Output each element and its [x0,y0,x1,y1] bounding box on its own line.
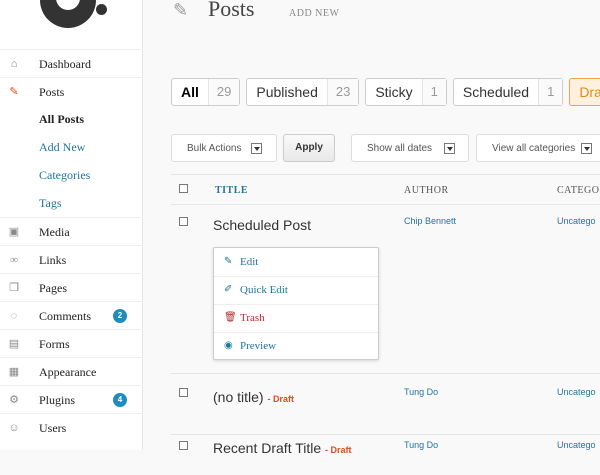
sidebar-item-posts[interactable]: ✎ Posts [0,77,142,105]
edit-action[interactable]: ✎ Edit [214,248,378,277]
page-title: Posts [208,0,255,21]
pencil-icon: ✐ [224,284,233,295]
category-filter-select[interactable]: View all categories [476,134,600,162]
tab-published[interactable]: Published 23 [246,78,360,106]
sidebar-item-comments[interactable]: ◌ Comments 2 [0,301,142,329]
category-link[interactable]: Uncatego [557,440,596,450]
appearance-icon: ▦ [8,366,20,378]
table-row: (no title) - Draft Tung Do Uncatego [171,374,600,435]
post-title-link[interactable]: Scheduled Post [213,217,311,233]
tab-scheduled[interactable]: Scheduled 1 [452,78,564,106]
users-icon: ☺ [8,422,20,434]
bulk-actions-select[interactable]: Bulk Actions [171,134,277,162]
tab-sticky[interactable]: Sticky 1 [365,78,447,106]
forms-icon: ▤ [8,338,20,350]
sidebar-item-plugins[interactable]: ⚙ Plugins 4 [0,385,142,413]
pushpin-icon: ✎ [9,86,19,98]
sidebar-item-add-new[interactable]: Add New [0,133,142,161]
draft-state-label: - Draft [325,445,352,455]
column-categories: CATEGO [557,185,600,196]
quick-edit-action[interactable]: ✐ Quick Edit [214,276,378,305]
row-actions-menu: ✎ Edit ✐ Quick Edit 🗑 Trash ◉ Preview [213,247,379,360]
date-filter-select[interactable]: Show all dates [351,134,469,162]
house-icon: ⌂ [10,58,18,70]
admin-sidebar: ⌂ Dashboard ✎ Posts All Posts Add New Cate… [0,0,143,450]
admin-menu: ⌂ Dashboard ✎ Posts All Posts Add New Cate… [0,49,142,441]
row-checkbox[interactable] [179,388,188,397]
sidebar-item-pages[interactable]: ❐ Pages [0,273,142,301]
chevron-down-icon [444,143,455,154]
tab-count: 23 [326,79,359,105]
tab-count: 1 [538,79,563,105]
row-checkbox[interactable] [179,441,188,450]
author-link[interactable]: Tung Do [404,387,438,397]
main-content: ✎ Posts ADD NEW All 29 Published 23 Sticky… [143,0,600,456]
comments-count-badge: 2 [113,309,127,323]
apply-button[interactable]: Apply [283,134,335,162]
draft-state-label: - Draft [267,394,294,404]
edit-icon: ✎ [224,256,233,267]
posts-pushpin-icon: ✎ [173,0,189,20]
sidebar-item-tags[interactable]: Tags [0,189,142,217]
media-icon: ▣ [8,226,20,238]
site-logo[interactable] [40,0,96,28]
chevron-down-icon [251,143,262,154]
category-link[interactable]: Uncatego [557,387,596,397]
tab-drafts[interactable]: Dra [569,78,600,106]
trash-icon: 🗑 [224,312,237,323]
preview-action[interactable]: ◉ Preview [214,332,378,360]
sidebar-item-links[interactable]: ∞ Links [0,245,142,273]
posts-table: TITLE AUTHOR CATEGO Scheduled Post Chip … [171,174,600,456]
column-author: AUTHOR [404,185,449,196]
sidebar-item-all-posts[interactable]: All Posts [0,105,142,133]
tab-all[interactable]: All 29 [171,78,241,106]
author-link[interactable]: Chip Bennett [404,216,456,226]
sidebar-item-media[interactable]: ▣ Media [0,217,142,245]
post-title-link[interactable]: Recent Draft Title - Draft [213,440,352,456]
tab-count: 1 [421,79,446,105]
trash-action[interactable]: 🗑 Trash [214,304,378,333]
column-title[interactable]: TITLE [215,185,248,196]
logo-dot [96,4,107,15]
row-checkbox[interactable] [179,217,188,226]
add-new-link[interactable]: ADD NEW [289,8,339,19]
select-all-checkbox[interactable] [179,184,188,193]
sidebar-item-appearance[interactable]: ▦ Appearance [0,357,142,385]
sidebar-item-forms[interactable]: ▤ Forms [0,329,142,357]
sidebar-item-users[interactable]: ☺ Users [0,413,142,441]
plugin-icon: ⚙ [9,394,19,406]
chevron-down-icon [581,143,592,154]
comment-icon: ◌ [10,310,18,322]
post-title-link[interactable]: (no title) - Draft [213,389,294,405]
eye-icon: ◉ [224,340,233,351]
table-header: TITLE AUTHOR CATEGO [171,174,600,205]
pages-icon: ❐ [9,282,19,294]
post-status-filters: All 29 Published 23 Sticky 1 Scheduled 1 Dra [171,78,600,106]
link-icon: ∞ [10,254,18,266]
sidebar-item-dashboard[interactable]: ⌂ Dashboard [0,49,142,77]
category-link[interactable]: Uncatego [557,216,596,226]
author-link[interactable]: Tung Do [404,440,438,450]
sidebar-item-categories[interactable]: Categories [0,161,142,189]
tab-count: 29 [207,79,240,105]
plugins-update-badge: 4 [113,393,127,407]
table-row: Recent Draft Title - Draft Tung Do Uncat… [171,435,600,475]
